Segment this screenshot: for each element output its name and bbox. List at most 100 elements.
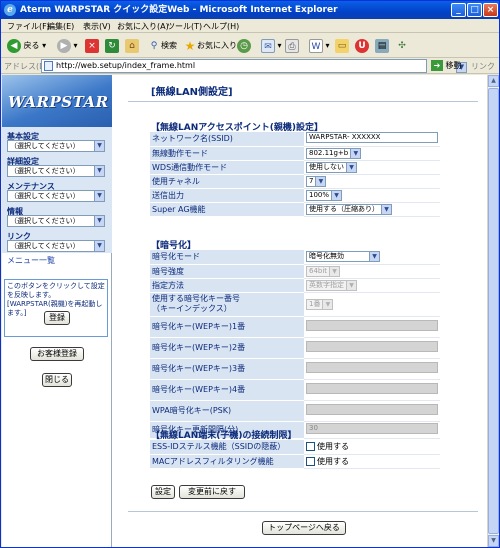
- menu-list-link[interactable]: メニュー一覧: [7, 255, 55, 266]
- table-row: 暗号化キー(WEPキー)3番: [150, 358, 440, 380]
- encryption-table: 暗号化モード 暗号化無効 ▼ 暗号強度 64bit ▼ 指定方法 英数字指定 ▼ 使用…: [150, 250, 440, 439]
- row-label: WDS通信動作モード: [150, 160, 304, 175]
- print-button[interactable]: ⎙: [285, 38, 299, 54]
- key-format-select[interactable]: 英数字指定 ▼: [306, 279, 357, 291]
- customer-register-button[interactable]: お客様登録: [30, 347, 84, 361]
- forward-button[interactable]: ▶ ▾: [57, 38, 78, 54]
- go-button[interactable]: ➔ 移動: [431, 60, 462, 71]
- menu-view[interactable]: 表示(V): [83, 21, 111, 32]
- divider: [128, 101, 478, 102]
- revert-button[interactable]: 変更前に戻す: [179, 485, 245, 499]
- table-row: 暗号化キー(WEPキー)2番: [150, 337, 440, 359]
- row-label: 送信出力: [150, 188, 304, 203]
- research-button[interactable]: ▤: [375, 38, 389, 54]
- wep-key4-input[interactable]: [306, 383, 438, 394]
- links-label[interactable]: リンク: [471, 61, 495, 72]
- key-index-select[interactable]: 1番 ▼: [306, 298, 334, 310]
- scroll-down-icon[interactable]: ▼: [488, 535, 499, 547]
- apply-hint-box: このボタンをクリックして設定を反映します。[WARPSTAR(親機)を再起動しま…: [4, 279, 108, 337]
- toolbar: ◀ 戻る ▾ ▶ ▾ × ↻ ⌂ ⚲ 検索 ★ お気に入り ◷ ✉ ▾ ⎙ W ▾ …: [1, 34, 499, 58]
- tools-button[interactable]: ✣: [395, 38, 409, 54]
- connection-limit-table: ESS-IDステルス機能（SSIDの隠蔽） 使用する MACアドレスフィルタリン…: [150, 440, 440, 469]
- go-arrow-icon: ➔: [431, 60, 443, 71]
- folder-icon: ▭: [335, 38, 349, 53]
- channel-select[interactable]: 7 ▼: [306, 175, 327, 187]
- close-button[interactable]: ×: [483, 3, 498, 17]
- chevron-down-icon: ▼: [369, 252, 379, 262]
- register-button[interactable]: 登録: [44, 311, 70, 325]
- menu-favorites[interactable]: お気に入り(A): [117, 21, 169, 32]
- close-window-button[interactable]: 閉じる: [42, 373, 72, 387]
- chevron-down-icon: ▼: [322, 299, 333, 309]
- address-input[interactable]: http://web.setup/index_frame.html ▼: [41, 59, 467, 73]
- chevron-down-icon: ▼: [346, 162, 356, 172]
- wep-key3-input[interactable]: [306, 362, 438, 373]
- back-button[interactable]: ◀ 戻る ▾: [7, 38, 46, 54]
- table-row: MACアドレスフィルタリング機能 使用する: [150, 454, 440, 469]
- menu-help[interactable]: ヘルプ(H): [203, 21, 239, 32]
- chevron-down-icon: ▼: [381, 204, 391, 214]
- wireless-mode-select[interactable]: 802.11g+b ▼: [306, 147, 362, 159]
- nav-select-maintenance[interactable]: （選択してください） ▼: [7, 190, 105, 202]
- ess-stealth-checkbox[interactable]: [306, 442, 315, 452]
- favorites-button[interactable]: ★ お気に入り: [183, 38, 237, 54]
- menu-tools[interactable]: ツール(T): [167, 21, 202, 32]
- set-button[interactable]: 設定: [151, 485, 175, 499]
- refresh-button[interactable]: ↻: [105, 38, 119, 54]
- stop-button[interactable]: ×: [85, 38, 99, 54]
- nav-select-links[interactable]: （選択してください） ▼: [7, 240, 105, 252]
- row-label: 使用する暗号化キー番号 （キーインデックス）: [150, 292, 304, 317]
- folder-button[interactable]: ▭: [335, 38, 349, 54]
- ssid-input[interactable]: WARPSTAR- XXXXXX: [306, 132, 438, 144]
- row-label: 暗号化キー(WEPキー)3番: [150, 358, 304, 380]
- home-button[interactable]: ⌂: [125, 38, 139, 54]
- menu-edit[interactable]: 編集(E): [47, 21, 74, 32]
- messenger-button[interactable]: U: [355, 38, 369, 54]
- table-row: Super AG機能 使用する（圧縮あり） ▼: [150, 202, 440, 217]
- edit-button[interactable]: W ▾: [309, 38, 330, 54]
- checkbox-label: 使用する: [317, 456, 349, 466]
- page-icon: [44, 61, 53, 71]
- super-ag-select[interactable]: 使用する（圧縮あり） ▼: [306, 203, 392, 215]
- mail-button[interactable]: ✉ ▾: [261, 38, 282, 54]
- tools-icon: ✣: [398, 40, 406, 51]
- top-page-button[interactable]: トップページへ戻る: [262, 521, 346, 535]
- key-renewal-input[interactable]: 30: [306, 423, 438, 434]
- wep-key1-input[interactable]: [306, 320, 438, 331]
- row-label: Super AG機能: [150, 202, 304, 217]
- checkbox-label: 使用する: [317, 442, 349, 452]
- messenger-icon: U: [355, 38, 369, 53]
- menu-file[interactable]: ファイル(F): [7, 21, 50, 32]
- nav-select-advanced[interactable]: （選択してください） ▼: [7, 165, 105, 177]
- history-icon: ◷: [237, 38, 251, 53]
- encryption-strength-select[interactable]: 64bit ▼: [306, 265, 341, 277]
- row-label: ネットワーク名(SSID): [150, 132, 304, 147]
- stop-icon: ×: [85, 38, 99, 53]
- wds-mode-select[interactable]: 使用しない ▼: [306, 161, 357, 173]
- scroll-thumb[interactable]: [488, 88, 499, 534]
- minimize-button[interactable]: _: [451, 3, 466, 17]
- content-area: WARPSTAR 基本設定 （選択してください） ▼ 詳細設定 （選択してください…: [2, 75, 487, 547]
- history-button[interactable]: ◷: [237, 38, 251, 54]
- wep-key2-input[interactable]: [306, 341, 438, 352]
- table-row: ESS-IDステルス機能（SSIDの隠蔽） 使用する: [150, 440, 440, 455]
- tx-power-select[interactable]: 100% ▼: [306, 189, 343, 201]
- chevron-down-icon: ▼: [346, 280, 356, 290]
- wpa-psk-input[interactable]: [306, 404, 438, 415]
- mac-filter-checkbox[interactable]: [306, 456, 315, 466]
- scroll-up-icon[interactable]: ▲: [488, 75, 499, 87]
- row-label: 無線動作モード: [150, 146, 304, 161]
- search-button[interactable]: ⚲ 検索: [147, 38, 177, 54]
- sidebar-frame: WARPSTAR 基本設定 （選択してください） ▼ 詳細設定 （選択してください…: [2, 75, 112, 547]
- nav-select-info[interactable]: （選択してください） ▼: [7, 215, 105, 227]
- chevron-down-icon: ▼: [94, 141, 104, 151]
- chevron-down-icon: ▼: [350, 148, 361, 158]
- maximize-button[interactable]: □: [467, 3, 482, 17]
- chevron-down-icon: ▼: [94, 241, 104, 251]
- divider: [128, 511, 478, 512]
- nav-select-basic[interactable]: （選択してください） ▼: [7, 140, 105, 152]
- title-bar: e Aterm WARPSTAR クイック設定Web - Microsoft I…: [1, 1, 499, 19]
- encryption-mode-select[interactable]: 暗号化無効 ▼: [306, 251, 380, 263]
- nav-box: 基本設定 （選択してください） ▼ 詳細設定 （選択してください） ▼ メンテナンス…: [2, 127, 112, 253]
- vertical-scrollbar[interactable]: ▲ ▼: [487, 75, 499, 547]
